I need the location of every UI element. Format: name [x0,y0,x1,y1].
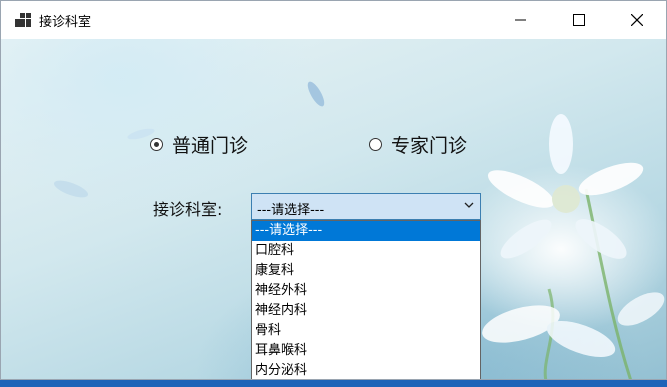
minimize-button[interactable] [492,1,550,39]
dropdown-option[interactable]: 骨科 [252,321,480,341]
minimize-icon [515,19,526,21]
chevron-down-icon [464,202,474,208]
close-button[interactable] [608,1,666,39]
title-bar[interactable]: 接诊科室 [1,1,666,39]
department-select[interactable]: ---请选择--- [251,193,481,220]
dropdown-option[interactable]: 口腔科 [252,241,480,261]
dropdown-option[interactable]: 内分泌科 [252,361,480,379]
window-title: 接诊科室 [39,15,92,30]
dropdown-option[interactable]: 耳鼻喉科 [252,341,480,361]
client-area: 普通门诊 专家门诊 接诊科室: ---请选择--- ---请选择--- 口腔科 … [1,39,666,379]
radio-expert-clinic[interactable]: 专家门诊 [369,131,467,158]
radio-general-clinic-label: 普通门诊 [172,135,249,157]
app-window-icon [15,13,31,27]
department-select-value: ---请选择--- [257,203,325,218]
radio-expert-clinic-label: 专家门诊 [391,135,468,157]
dropdown-option[interactable]: 康复科 [252,261,480,281]
dropdown-option[interactable]: 神经外科 [252,281,480,301]
radio-unchecked-icon [369,138,382,151]
maximize-button[interactable] [550,1,608,39]
department-dropdown-list: ---请选择--- 口腔科 康复科 神经外科 神经内科 骨科 耳鼻喉科 内分泌科 [251,220,481,379]
dropdown-option[interactable]: ---请选择--- [252,221,480,241]
dropdown-option[interactable]: 神经内科 [252,301,480,321]
maximize-icon [573,14,585,26]
radio-general-clinic[interactable]: 普通门诊 [150,131,248,158]
close-icon [631,14,643,26]
window: 接诊科室 普通门诊 专家门诊 接诊科室: ---请选择--- ---请选择---… [0,0,667,380]
radio-checked-icon [150,138,163,151]
department-label: 接诊科室: [153,200,223,219]
